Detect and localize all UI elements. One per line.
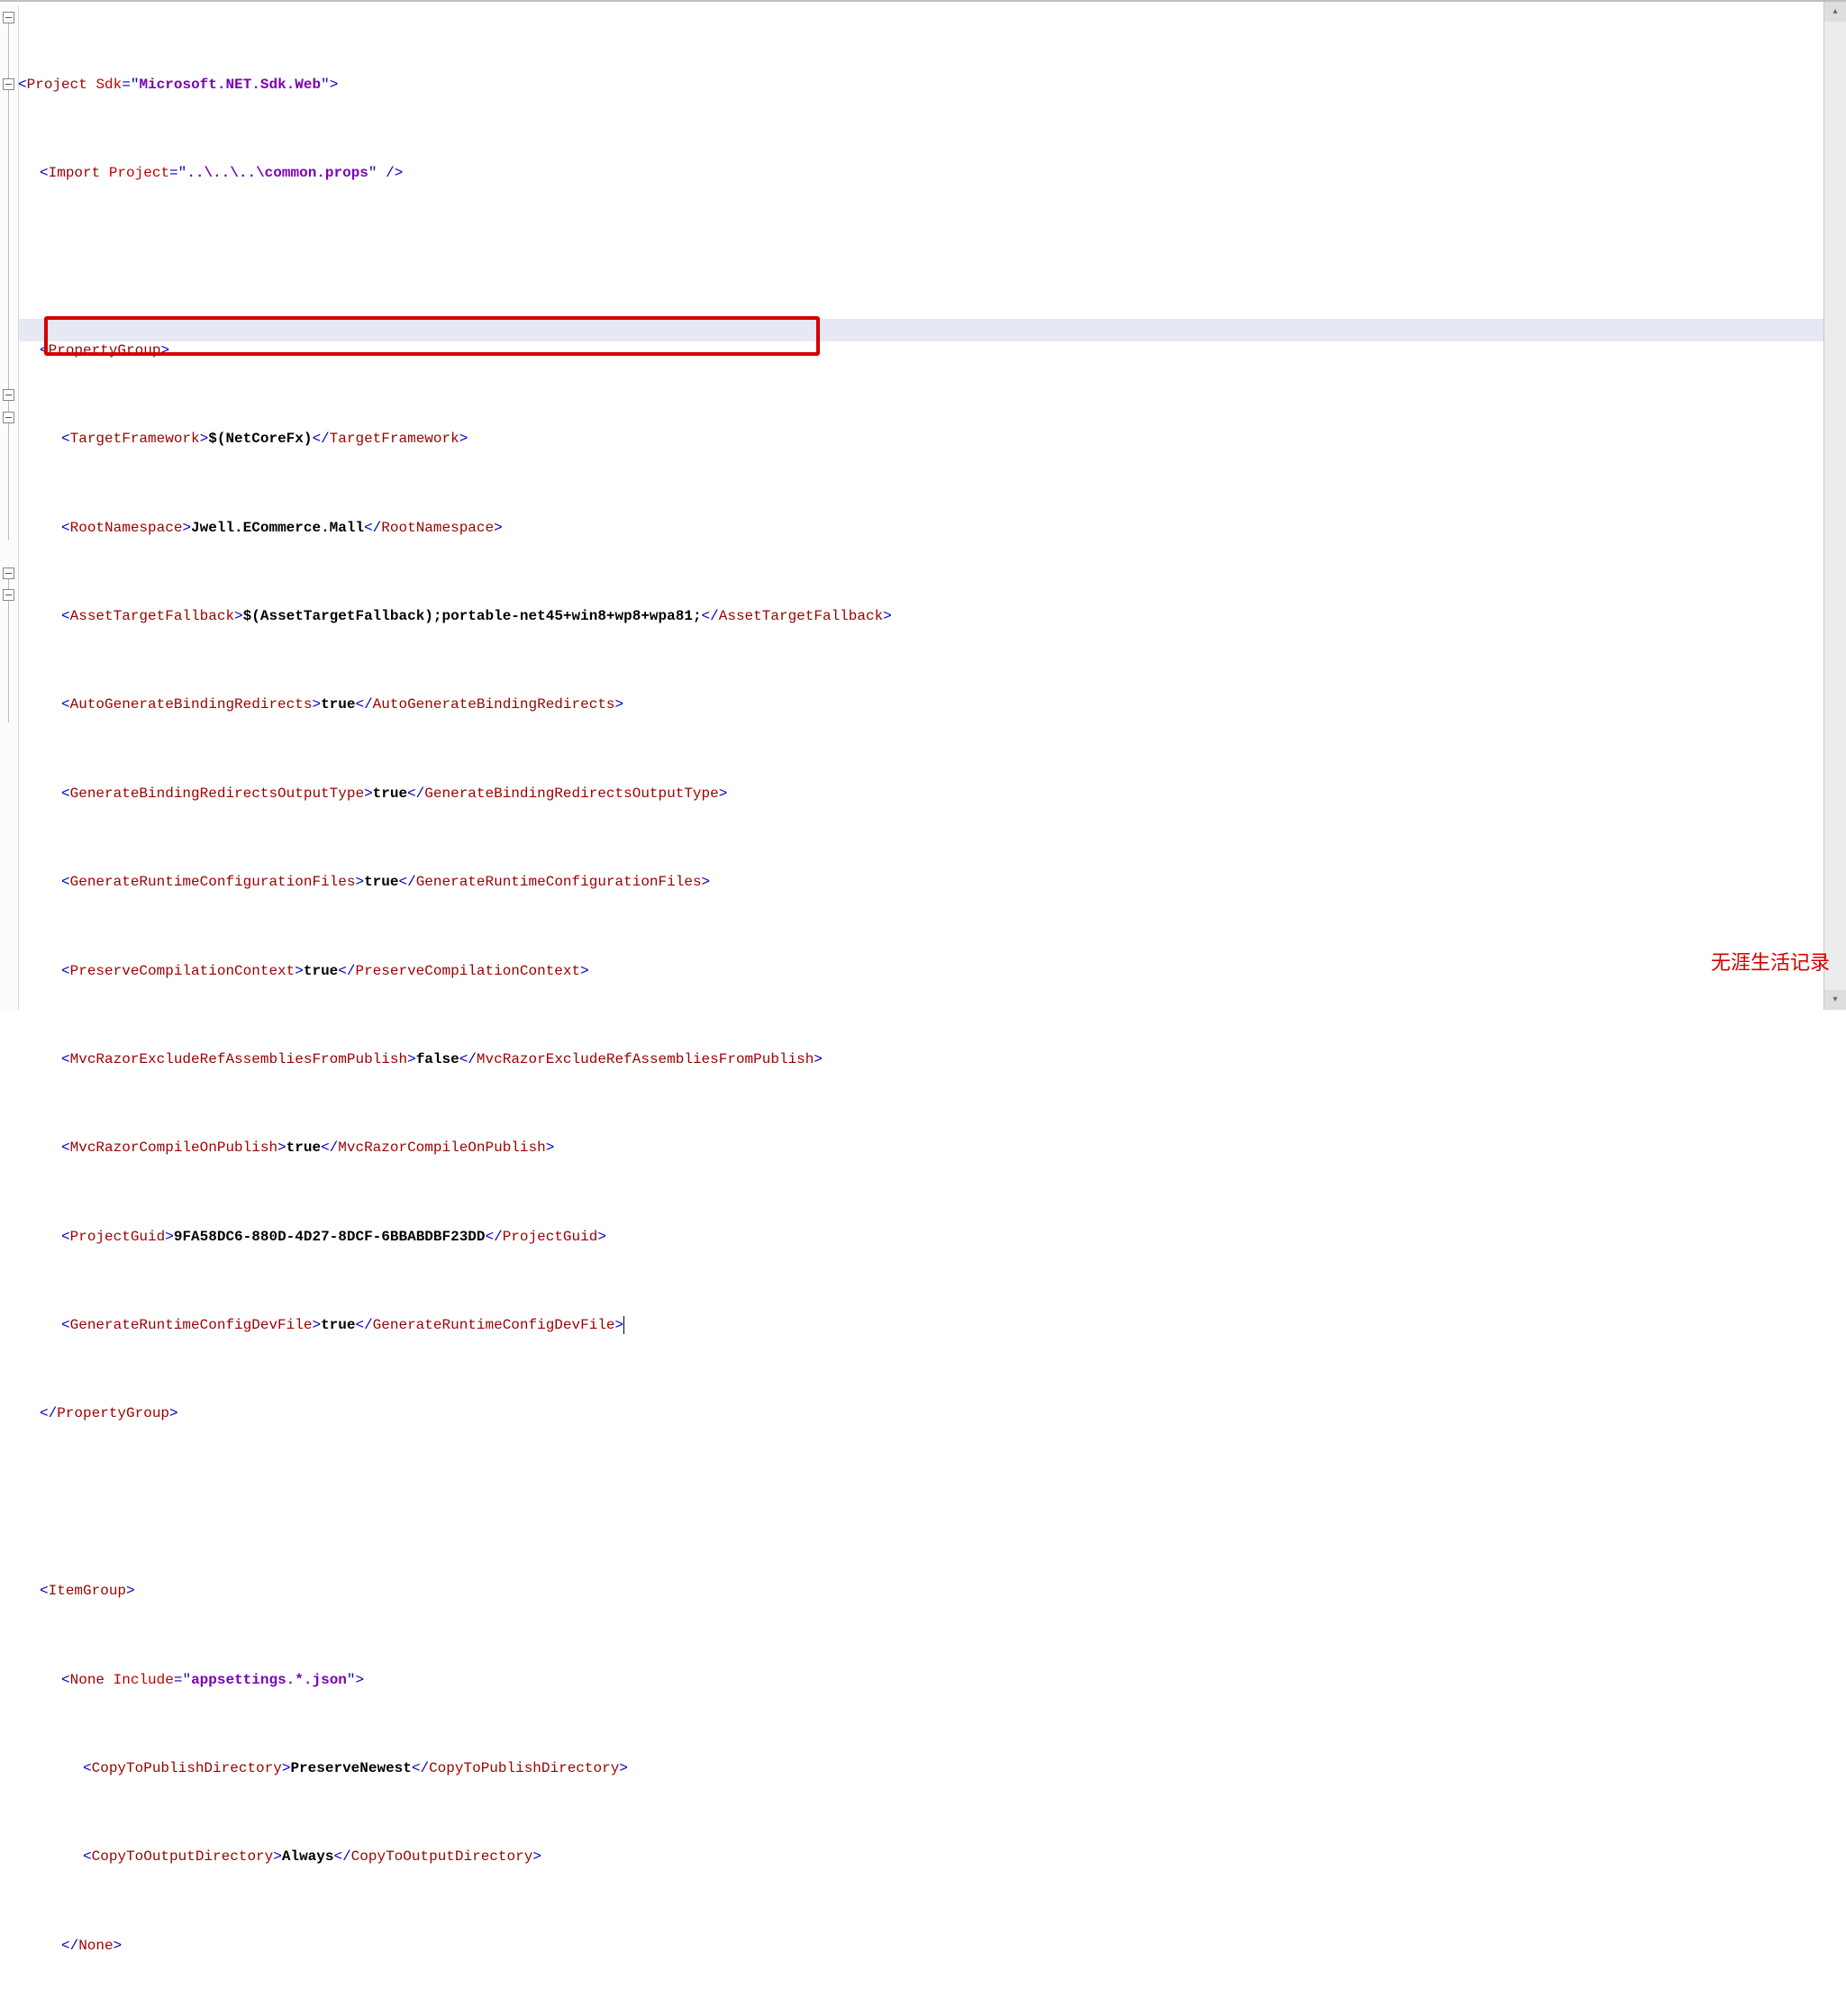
code-area[interactable]: <Project Sdk="Microsoft.NET.Sdk.Web"> <I… (18, 7, 1817, 2016)
scroll-down-button[interactable]: ▾ (1824, 990, 1846, 1010)
code-line[interactable]: <PreserveCompilationContext>true</Preser… (18, 960, 1817, 983)
code-line[interactable]: <TargetFramework>$(NetCoreFx)</TargetFra… (18, 428, 1817, 450)
code-line[interactable]: <MvcRazorCompileOnPublish>true</MvcRazor… (18, 1137, 1817, 1159)
code-line[interactable]: <GenerateBindingRedirectsOutputType>true… (18, 783, 1817, 805)
code-line[interactable]: <GenerateRuntimeConfigDevFile>true</Gene… (18, 1314, 1817, 1337)
code-line[interactable]: <GenerateRuntimeConfigurationFiles>true<… (18, 871, 1817, 894)
chevron-up-icon: ▴ (1832, 6, 1837, 17)
code-line[interactable] (18, 1492, 1817, 1514)
code-line[interactable]: <AutoGenerateBindingRedirects>true</Auto… (18, 694, 1817, 716)
chevron-down-icon: ▾ (1832, 994, 1837, 1005)
code-line[interactable]: <CopyToOutputDirectory>Always</CopyToOut… (18, 1846, 1817, 1868)
fold-gutter[interactable] (0, 5, 19, 1010)
code-line[interactable]: <PropertyGroup> (18, 340, 1817, 362)
code-line[interactable]: <Project Sdk="Microsoft.NET.Sdk.Web"> (18, 74, 1817, 96)
fold-toggle[interactable] (3, 589, 14, 601)
code-line[interactable]: <None Include="appsettings.*.json"> (18, 1669, 1817, 1692)
fold-toggle[interactable] (3, 568, 14, 579)
fold-toggle[interactable] (3, 12, 14, 23)
code-line[interactable]: <RootNamespace>Jwell.ECommerce.Mall</Roo… (18, 517, 1817, 540)
scroll-up-button[interactable]: ▴ (1824, 2, 1846, 22)
code-line[interactable] (18, 251, 1817, 274)
vertical-scrollbar[interactable]: ▴ ▾ (1823, 2, 1846, 1010)
code-line[interactable]: <Import Project="..\..\..\common.props" … (18, 162, 1817, 185)
code-line[interactable]: <ProjectGuid>9FA58DC6-880D-4D27-8DCF-6BB… (18, 1226, 1817, 1249)
text-cursor (623, 1316, 624, 1334)
code-line[interactable]: </PropertyGroup> (18, 1403, 1817, 1425)
fold-toggle[interactable] (3, 412, 14, 423)
fold-toggle[interactable] (3, 389, 14, 401)
code-line[interactable]: </None> (18, 1935, 1817, 1957)
code-line[interactable]: <ItemGroup> (18, 1580, 1817, 1603)
code-line[interactable]: <CopyToPublishDirectory>PreserveNewest</… (18, 1757, 1817, 1780)
fold-toggle[interactable] (3, 78, 14, 90)
code-line[interactable]: <AssetTargetFallback>$(AssetTargetFallba… (18, 605, 1817, 628)
code-line[interactable]: <MvcRazorExcludeRefAssembliesFromPublish… (18, 1049, 1817, 1071)
code-editor[interactable]: <Project Sdk="Microsoft.NET.Sdk.Web"> <I… (0, 0, 1846, 1010)
